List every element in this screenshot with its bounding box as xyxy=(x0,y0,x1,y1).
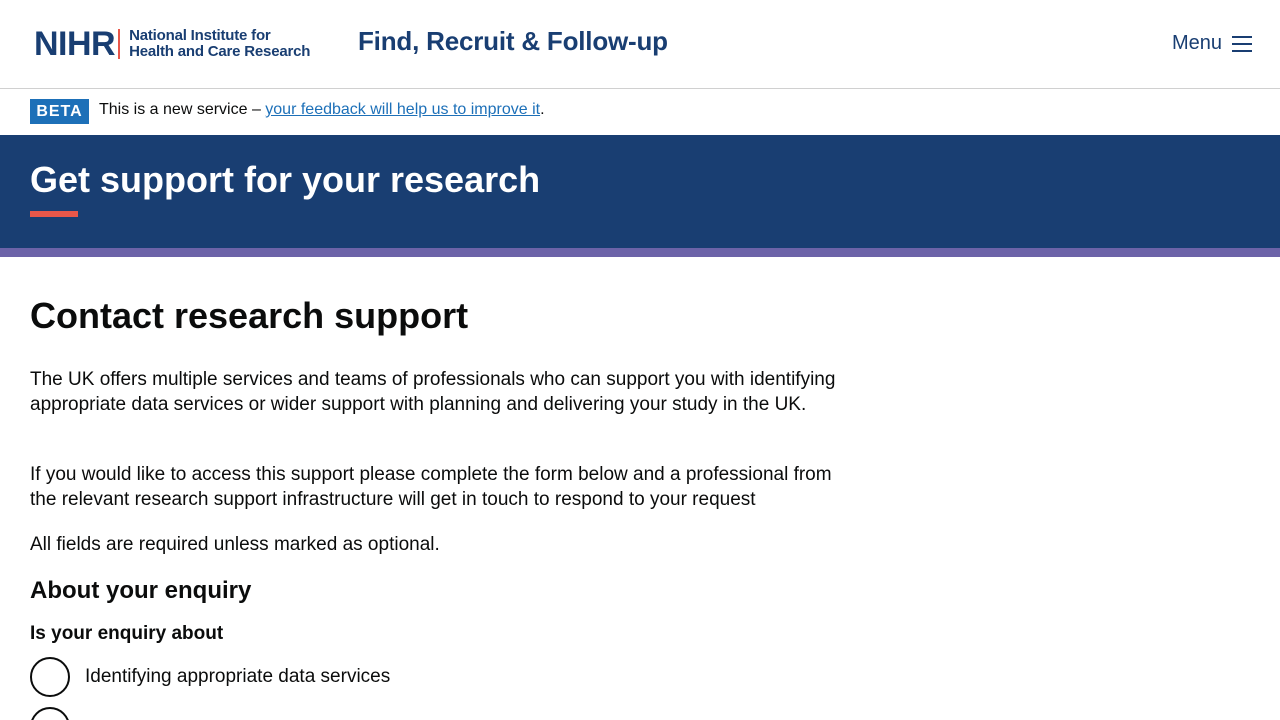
beta-tag: BETA xyxy=(30,99,89,124)
hero-underline xyxy=(30,211,78,217)
logo-divider xyxy=(118,29,121,59)
enquiry-question: Is your enquiry about xyxy=(30,623,224,644)
hero-stripe xyxy=(0,248,1280,257)
beta-text: This is a new service – your feedback wi… xyxy=(99,101,545,119)
section-heading: About your enquiry xyxy=(30,577,252,604)
logo-line-2: Health and Care Research xyxy=(129,43,311,60)
beta-text-before: This is a new service – xyxy=(99,101,266,118)
radio-label: Identifying appropriate data services xyxy=(85,666,391,687)
nihr-logo[interactable]: NIHR National Institute for Health and C… xyxy=(34,27,310,61)
radio-option-data-services[interactable]: Identifying appropriate data services xyxy=(30,657,390,697)
site-header: NIHR National Institute for Health and C… xyxy=(0,0,1280,89)
service-name-link[interactable]: Find, Recruit & Follow-up xyxy=(358,26,668,57)
radio-button[interactable] xyxy=(30,657,70,697)
beta-text-after: . xyxy=(540,101,545,118)
hero-title: Get support for your research xyxy=(30,159,541,200)
access-paragraph: If you would like to access this support… xyxy=(30,464,832,510)
hero-banner: Get support for your research xyxy=(0,135,1280,248)
page-title: Contact research support xyxy=(30,295,469,336)
logo-mark: NIHR xyxy=(34,25,116,63)
required-fields-note: All fields are required unless marked as… xyxy=(30,534,440,555)
radio-option-2[interactable] xyxy=(30,707,85,720)
logo-text: National Institute for Health and Care R… xyxy=(129,28,310,60)
logo-line-1: National Institute for xyxy=(129,27,271,44)
intro-paragraph: The UK offers multiple services and team… xyxy=(30,369,836,415)
feedback-link[interactable]: your feedback will help us to improve it xyxy=(265,101,540,118)
menu-button[interactable]: Menu xyxy=(1172,32,1253,55)
menu-label: Menu xyxy=(1172,32,1223,54)
radio-button[interactable] xyxy=(30,707,70,720)
beta-banner: BETA This is a new service – your feedba… xyxy=(0,89,1280,135)
hamburger-icon xyxy=(1232,35,1253,52)
